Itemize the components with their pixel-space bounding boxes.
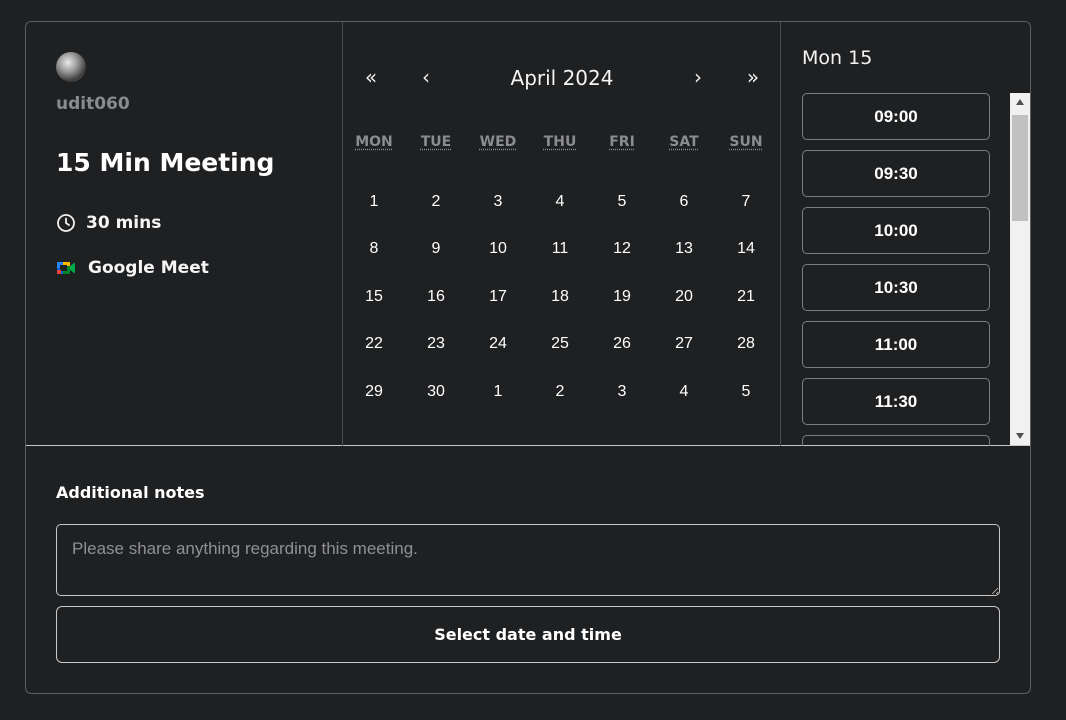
time-slot-button[interactable]: 10:30 <box>802 264 990 311</box>
clock-icon <box>56 213 76 233</box>
calendar-day[interactable]: 3 <box>467 178 529 226</box>
weekday-tue: TUE <box>420 134 452 150</box>
calendar-day[interactable]: 30 <box>405 368 467 416</box>
event-info-panel: udit060 15 Min Meeting 30 mins Google Me… <box>26 22 343 446</box>
calendar-day[interactable]: 5 <box>591 178 653 226</box>
weekday-header: MON TUE WED THU FRI SAT SUN <box>343 134 781 150</box>
scroll-down-arrow-icon[interactable] <box>1010 427 1030 445</box>
duration-label: 30 mins <box>86 213 162 233</box>
calendar-navigation: April 2024 « ‹ › » <box>343 64 781 94</box>
calendar-day[interactable]: 7 <box>715 178 777 226</box>
booking-top-section: udit060 15 Min Meeting 30 mins Google Me… <box>26 22 1030 446</box>
calendar-day[interactable]: 3 <box>591 368 653 416</box>
calendar-day[interactable]: 29 <box>343 368 405 416</box>
next-month-button[interactable]: › <box>684 64 712 92</box>
time-slot-button[interactable]: 11:30 <box>802 378 990 425</box>
calendar-day[interactable]: 26 <box>591 321 653 369</box>
avatar <box>56 52 86 82</box>
calendar-day[interactable]: 21 <box>715 273 777 321</box>
duration-row: 30 mins <box>56 213 161 233</box>
calendar-day[interactable]: 11 <box>529 226 591 274</box>
calendar-day[interactable]: 15 <box>343 273 405 321</box>
time-slots-scrollbar[interactable] <box>1010 93 1030 445</box>
calendar-day[interactable]: 8 <box>343 226 405 274</box>
notes-label: Additional notes <box>56 483 205 502</box>
selected-date-label: Mon 15 <box>802 47 873 69</box>
calendar-day[interactable]: 20 <box>653 273 715 321</box>
month-label: April 2024 <box>510 66 614 90</box>
calendar-day[interactable]: 4 <box>653 368 715 416</box>
calendar-day[interactable]: 1 <box>467 368 529 416</box>
calendar-day[interactable]: 1 <box>343 178 405 226</box>
calendar-day[interactable]: 28 <box>715 321 777 369</box>
calendar-day[interactable]: 2 <box>405 178 467 226</box>
notes-textarea[interactable] <box>56 524 1000 596</box>
time-slot-button[interactable]: 09:30 <box>802 150 990 197</box>
booking-card: udit060 15 Min Meeting 30 mins Google Me… <box>25 21 1031 694</box>
scroll-up-arrow-icon[interactable] <box>1010 93 1030 111</box>
time-slots-panel: Mon 15 09:00 09:30 10:00 10:30 11:00 11:… <box>781 22 1030 446</box>
weekday-wed: WED <box>479 134 517 150</box>
calendar-day[interactable]: 2 <box>529 368 591 416</box>
weekday-mon: MON <box>355 134 393 150</box>
event-title: 15 Min Meeting <box>56 148 275 177</box>
weekday-thu: THU <box>543 134 577 150</box>
weekday-sun: SUN <box>729 134 763 150</box>
calendar-day[interactable]: 9 <box>405 226 467 274</box>
scrollbar-thumb[interactable] <box>1012 115 1028 221</box>
calendar-day[interactable]: 10 <box>467 226 529 274</box>
calendar-day[interactable]: 24 <box>467 321 529 369</box>
calendar-day[interactable]: 4 <box>529 178 591 226</box>
calendar-day[interactable]: 22 <box>343 321 405 369</box>
calendar-day[interactable]: 12 <box>591 226 653 274</box>
calendar-day[interactable]: 6 <box>653 178 715 226</box>
time-slot-button[interactable]: 11:00 <box>802 321 990 368</box>
calendar-days-grid: 1 2 3 4 5 6 7 8 9 10 11 12 13 14 15 16 1… <box>343 178 781 416</box>
location-row: Google Meet <box>56 258 209 278</box>
time-slot-list[interactable]: 09:00 09:30 10:00 10:30 11:00 11:30 <box>802 93 990 446</box>
location-label: Google Meet <box>88 258 209 278</box>
prev-year-button[interactable]: « <box>357 64 385 92</box>
calendar-panel: April 2024 « ‹ › » MON TUE WED THU FRI S… <box>343 22 781 446</box>
select-date-time-button[interactable]: Select date and time <box>56 606 1000 663</box>
time-slot-button[interactable] <box>802 435 990 446</box>
time-slot-button[interactable]: 10:00 <box>802 207 990 254</box>
calendar-day[interactable]: 19 <box>591 273 653 321</box>
calendar-day[interactable]: 23 <box>405 321 467 369</box>
prev-month-button[interactable]: ‹ <box>412 64 440 92</box>
google-meet-icon <box>56 258 76 278</box>
calendar-day[interactable]: 5 <box>715 368 777 416</box>
time-slot-button[interactable]: 09:00 <box>802 93 990 140</box>
weekday-fri: FRI <box>609 134 635 150</box>
calendar-day[interactable]: 27 <box>653 321 715 369</box>
calendar-day[interactable]: 14 <box>715 226 777 274</box>
calendar-day[interactable]: 18 <box>529 273 591 321</box>
host-username: udit060 <box>56 94 130 114</box>
calendar-day[interactable]: 17 <box>467 273 529 321</box>
calendar-day[interactable]: 16 <box>405 273 467 321</box>
calendar-day[interactable]: 25 <box>529 321 591 369</box>
calendar-day[interactable]: 13 <box>653 226 715 274</box>
weekday-sat: SAT <box>669 134 699 150</box>
next-year-button[interactable]: » <box>739 64 767 92</box>
